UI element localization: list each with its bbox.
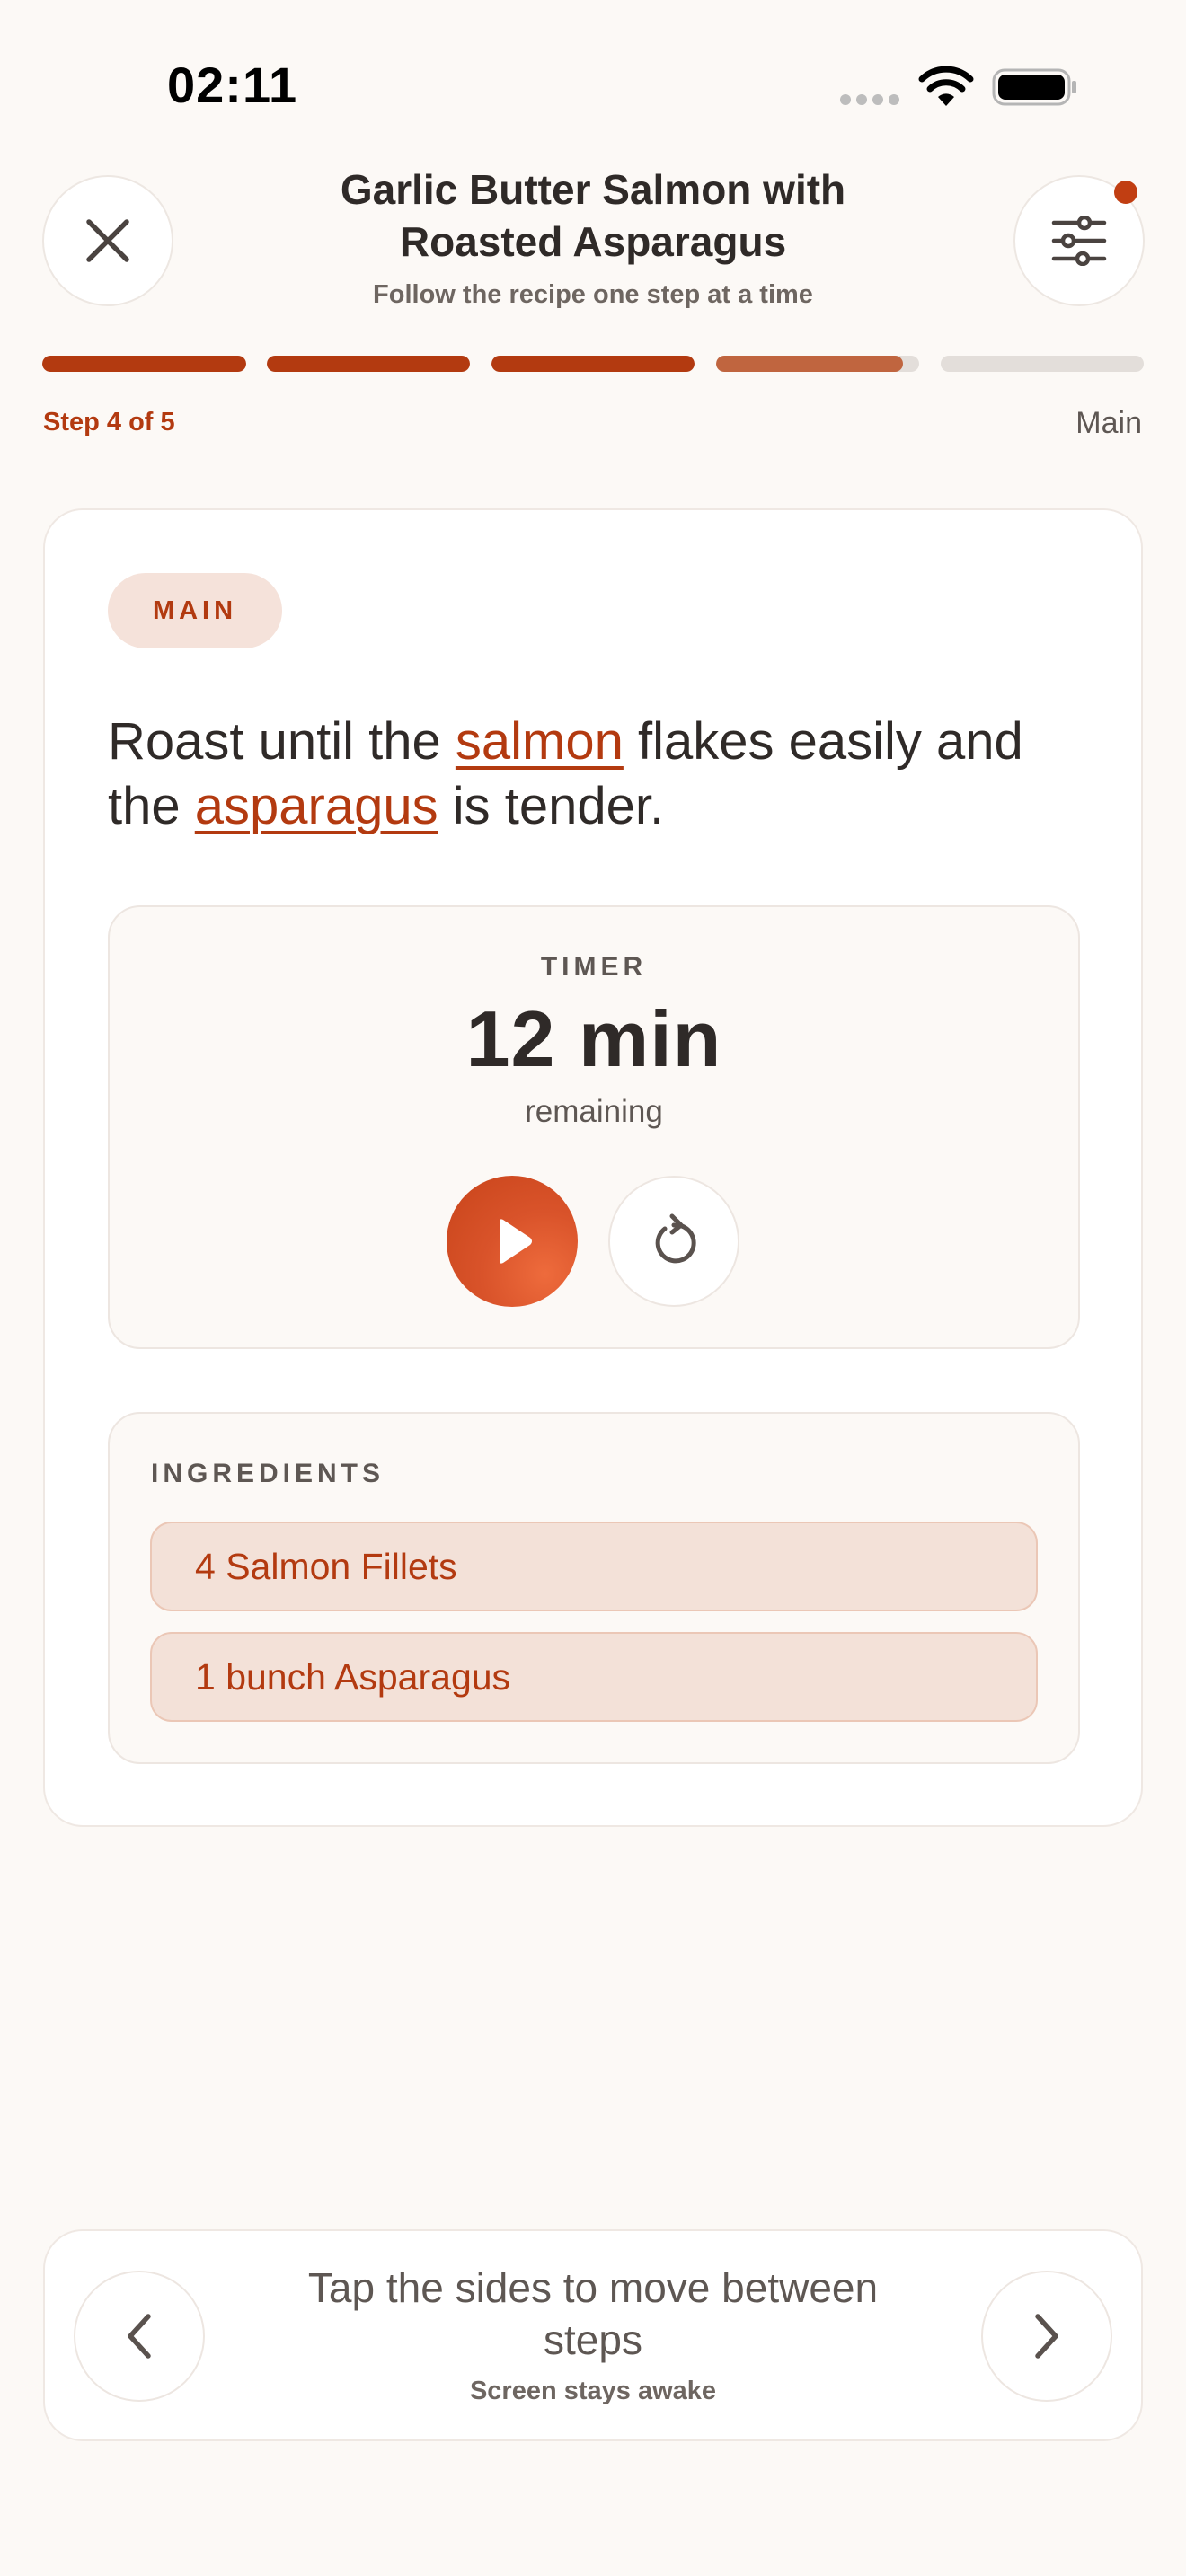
timer-play-button[interactable]	[447, 1176, 578, 1307]
next-step-button[interactable]	[981, 2271, 1112, 2402]
settings-notification-dot	[1114, 181, 1137, 204]
progress-segment-2	[267, 356, 470, 372]
signal-icon	[840, 94, 899, 105]
step-category-tag: MAIN	[108, 573, 282, 648]
screen-awake-note: Screen stays awake	[469, 2377, 717, 2405]
previous-step-button[interactable]	[74, 2271, 205, 2402]
close-button[interactable]	[42, 175, 173, 306]
navigation-hint: Tap the sides to move between steps	[307, 2264, 879, 2363]
progress-segment-3	[491, 356, 695, 372]
reset-icon	[655, 1213, 696, 1264]
progress-segment-1	[42, 356, 246, 372]
step-instruction: Roast until the salmon flakes easily and…	[108, 710, 1096, 839]
recipe-subtitle: Follow the recipe one step at a time	[373, 280, 813, 309]
close-icon	[86, 219, 129, 262]
chevron-left-icon	[128, 2314, 151, 2359]
step-progress-bar	[42, 356, 1144, 372]
ingredient-link-salmon[interactable]: salmon	[456, 712, 624, 771]
battery-icon	[992, 68, 1076, 106]
step-screen: 02:11 Garlic Butter Salmon with Roasted …	[0, 0, 1186, 2576]
chevron-right-icon	[1035, 2314, 1058, 2359]
ingredient-chip[interactable]: 4 Salmon Fillets	[150, 1522, 1038, 1611]
timer-label: TIMER	[540, 952, 648, 982]
progress-segment-4	[716, 356, 919, 372]
ingredient-chip[interactable]: 1 bunch Asparagus	[150, 1632, 1038, 1722]
instruction-text: Roast until the	[108, 712, 456, 771]
ingredient-link-asparagus[interactable]: asparagus	[195, 777, 438, 835]
progress-segment-5	[941, 356, 1144, 372]
step-counter: Step 4 of 5	[43, 408, 175, 437]
sliders-icon	[1051, 216, 1107, 266]
timer-value: 12 min	[465, 994, 722, 1083]
ingredients-label: INGREDIENTS	[151, 1459, 385, 1488]
instruction-text: is tender.	[438, 777, 665, 835]
timer-reset-button[interactable]	[608, 1176, 739, 1307]
section-name: Main	[1075, 406, 1142, 440]
play-icon	[500, 1219, 532, 1264]
status-bar: 02:11	[0, 0, 1186, 144]
wifi-icon	[918, 66, 974, 106]
status-time: 02:11	[167, 57, 298, 113]
recipe-title: Garlic Butter Salmon with Roasted Aspara…	[340, 166, 846, 265]
timer-remaining-label: remaining	[525, 1094, 663, 1129]
